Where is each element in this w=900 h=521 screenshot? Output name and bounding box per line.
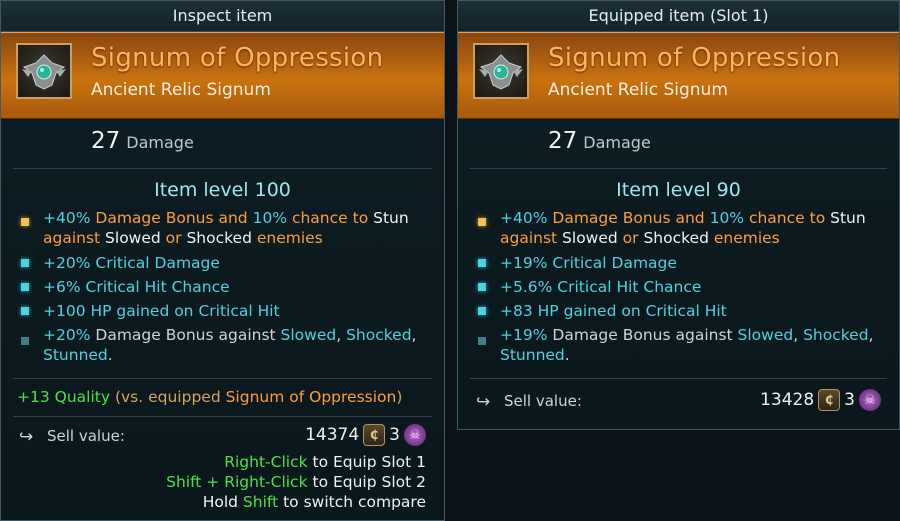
item-type: Ancient Relic Signum xyxy=(548,80,728,100)
affix-crit-chance: +5.6% Critical Hit Chance xyxy=(458,277,899,301)
item-header: Signum of Oppression Ancient Relic Signu… xyxy=(458,32,899,119)
affix-bullet-icon xyxy=(21,218,29,226)
inspect-item-panel: Inspect item Signum of Oppression Ancien… xyxy=(0,0,445,521)
affix-bullet-icon xyxy=(478,283,486,291)
affix-bullet-icon xyxy=(478,307,486,315)
affix-damage-bonus: +19% Damage Bonus against Slowed, Shocke… xyxy=(458,325,899,367)
hint-equip-slot-2: Shift + Right-Click to Equip Slot 2 xyxy=(166,473,426,491)
equipped-item-panel: Equipped item (Slot 1) Signum of Oppress… xyxy=(457,0,900,430)
shard-count: 3 xyxy=(389,425,400,445)
affix-bullet-icon xyxy=(478,218,486,226)
sell-label: Sell value: xyxy=(47,427,125,445)
affix-crit-damage: +20% Critical Damage xyxy=(1,253,444,277)
affix-crit-chance: +6% Critical Hit Chance xyxy=(1,277,444,301)
sell-value-row: ↪ Sell value: 13428 ₵ 3 ☠ xyxy=(458,389,899,415)
credit-coin-icon: ₵ xyxy=(818,389,841,411)
affix-bullet-icon xyxy=(21,283,29,291)
affix-bullet-icon xyxy=(21,307,29,315)
sell-label: Sell value: xyxy=(504,392,582,410)
item-header: Signum of Oppression Ancient Relic Signu… xyxy=(1,32,444,119)
share-arrow-icon: ↪ xyxy=(19,427,34,447)
relic-signum-icon xyxy=(473,43,529,99)
share-arrow-icon: ↪ xyxy=(476,392,491,412)
sell-value: 13428 xyxy=(760,390,815,410)
affix-bullet-icon xyxy=(478,259,486,267)
divider xyxy=(13,378,432,379)
affix-crit-damage: +19% Critical Damage xyxy=(458,253,899,277)
item-level: Item level 100 xyxy=(154,179,291,201)
affix-bullet-icon xyxy=(21,259,29,267)
hint-switch-compare: Hold Shift to switch compare xyxy=(202,493,426,511)
damage-row: 27 Damage xyxy=(13,119,432,169)
affix-bullet-icon xyxy=(21,337,29,345)
credit-coin-icon: ₵ xyxy=(363,424,386,446)
affix-hp-on-crit: +83 HP gained on Critical Hit xyxy=(458,301,899,325)
panel-title: Equipped item (Slot 1) xyxy=(458,1,899,32)
item-type: Ancient Relic Signum xyxy=(91,80,271,100)
skull-shard-icon: ☠ xyxy=(404,424,426,446)
affix-stun: +40% Damage Bonus and 10% chance to Stun… xyxy=(1,208,444,248)
damage-row: 27 Damage xyxy=(470,119,887,169)
damage-label: Damage xyxy=(126,133,194,152)
divider xyxy=(13,416,432,417)
shard-count: 3 xyxy=(844,390,855,410)
relic-signum-icon xyxy=(16,43,72,99)
damage-value: 27 xyxy=(548,128,578,154)
panel-title: Inspect item xyxy=(1,1,444,32)
sell-value-row: ↪ Sell value: 14374 ₵ 3 ☠ xyxy=(1,424,444,450)
item-name: Signum of Oppression xyxy=(548,43,841,73)
item-level: Item level 90 xyxy=(616,179,741,201)
damage-label: Damage xyxy=(583,133,651,152)
skull-shard-icon: ☠ xyxy=(859,389,881,411)
affix-stun: +40% Damage Bonus and 10% chance to Stun… xyxy=(458,208,899,248)
sell-value: 14374 xyxy=(305,425,360,445)
hint-equip-slot-1: Right-Click to Equip Slot 1 xyxy=(224,453,426,471)
quality-comparison: +13 Quality (vs. equipped Signum of Oppr… xyxy=(17,388,403,406)
affix-hp-on-crit: +100 HP gained on Critical Hit xyxy=(1,301,444,325)
divider xyxy=(470,378,887,379)
item-name: Signum of Oppression xyxy=(91,43,384,73)
affix-bullet-icon xyxy=(478,337,486,345)
affix-damage-bonus: +20% Damage Bonus against Slowed, Shocke… xyxy=(1,325,444,367)
damage-value: 27 xyxy=(91,128,121,154)
